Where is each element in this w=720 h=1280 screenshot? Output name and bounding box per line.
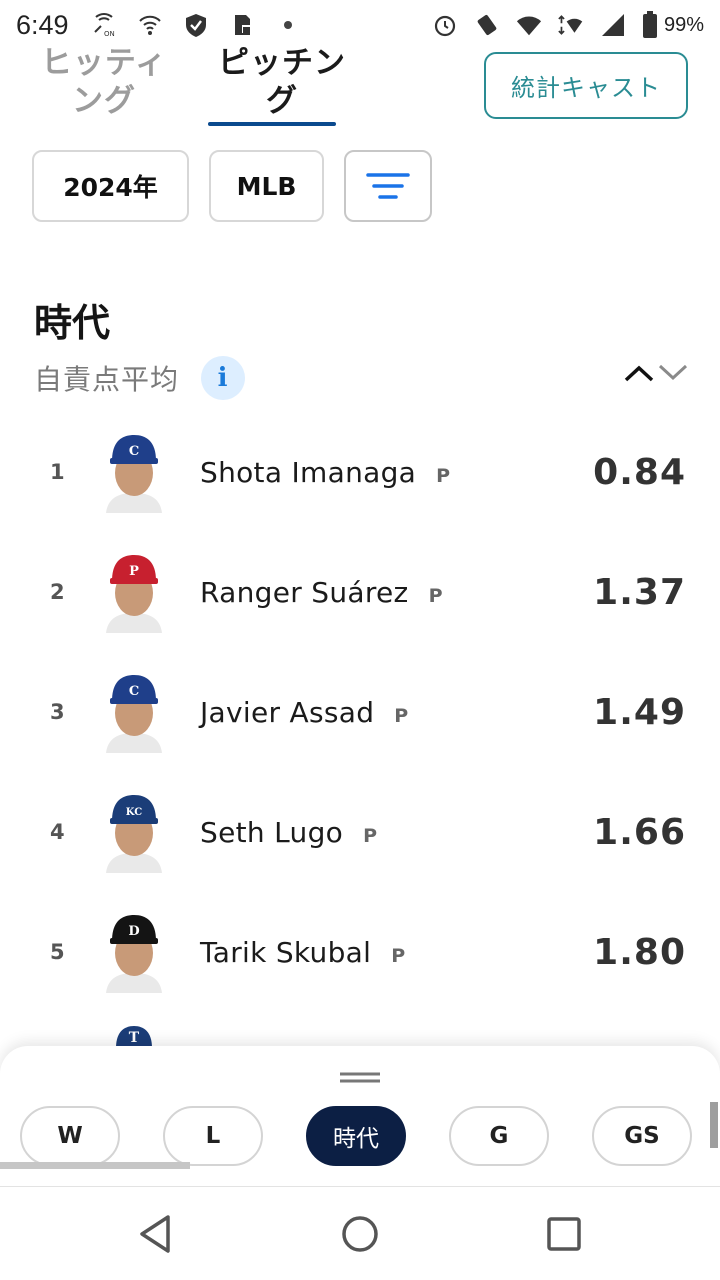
avatar-peek: T xyxy=(116,1026,152,1048)
active-tab-indicator xyxy=(208,122,336,126)
leaderboard-list: 1 C Shota Imanaga P 0.84 2 P Ranger Suárez P 1.37… xyxy=(0,412,720,1012)
player-avatar: C xyxy=(106,675,162,753)
player-rank: 5 xyxy=(50,940,65,964)
player-position: P xyxy=(436,464,451,487)
player-name-group: Shota Imanaga P xyxy=(200,456,450,489)
svg-text:T: T xyxy=(129,1030,140,1046)
player-avatar: KC xyxy=(106,795,162,873)
dot-icon xyxy=(275,12,301,38)
stat-selector-sheet: W L 時代 G GS xyxy=(0,1046,720,1186)
player-stat-value: 0.84 xyxy=(593,451,686,493)
player-name[interactable]: Tarik Skubal xyxy=(200,936,371,969)
player-avatar: C xyxy=(106,435,162,513)
shield-check-icon xyxy=(183,12,209,38)
player-name[interactable]: Javier Assad xyxy=(200,696,374,729)
svg-text:C: C xyxy=(129,684,139,699)
chip-era[interactable]: 時代 xyxy=(306,1106,406,1166)
battery-percent: 99% xyxy=(663,13,704,36)
section-title: 時代 xyxy=(34,301,111,345)
status-bar: 6:49 ON 99% xyxy=(0,0,720,50)
svg-text:ON: ON xyxy=(104,30,115,38)
player-name-group: Tarik Skubal P xyxy=(200,936,405,969)
player-stat-value: 1.80 xyxy=(593,931,686,973)
player-avatar: D xyxy=(106,915,162,993)
vibrate-icon xyxy=(474,12,500,38)
player-name-group: Ranger Suárez P xyxy=(200,576,443,609)
player-name-group: Seth Lugo P xyxy=(200,816,377,849)
player-stat-value: 1.37 xyxy=(593,571,686,613)
info-icon[interactable]: i xyxy=(201,356,246,400)
filter-bar: 2024年 MLB xyxy=(32,150,432,222)
player-name[interactable]: Shota Imanaga xyxy=(200,456,416,489)
sort-descending-icon xyxy=(658,364,688,381)
tab-pitching[interactable]: ピッチング xyxy=(212,44,352,120)
sort-order-toggle[interactable] xyxy=(622,358,692,388)
league-filter-button[interactable]: MLB xyxy=(209,150,324,222)
battery-icon xyxy=(642,11,657,38)
nfc-icon: ON xyxy=(91,12,117,38)
drag-handle-icon[interactable] xyxy=(340,1072,380,1084)
sort-ascending-icon xyxy=(624,365,654,382)
year-filter-button[interactable]: 2024年 xyxy=(32,150,189,222)
player-rank: 4 xyxy=(50,820,65,844)
chip-g[interactable]: G xyxy=(449,1106,549,1166)
player-row[interactable]: 1 C Shota Imanaga P 0.84 xyxy=(0,412,720,532)
player-name[interactable]: Ranger Suárez xyxy=(200,576,409,609)
stat-subtitle: 自責点平均 i xyxy=(34,356,246,400)
chip-w[interactable]: W xyxy=(20,1106,120,1166)
signal-4g-icon xyxy=(558,12,584,38)
player-rank: 3 xyxy=(50,700,65,724)
chip-l[interactable]: L xyxy=(163,1106,263,1166)
player-name-group: Javier Assad P xyxy=(200,696,409,729)
vertical-scrollbar[interactable] xyxy=(710,1102,718,1148)
stat-name: 自責点平均 xyxy=(34,363,180,396)
svg-text:KC: KC xyxy=(126,807,142,818)
player-position: P xyxy=(363,824,378,847)
player-stat-value: 1.66 xyxy=(593,811,686,853)
chip-gs[interactable]: GS xyxy=(592,1106,692,1166)
player-row[interactable]: 4 KC Seth Lugo P 1.66 xyxy=(0,772,720,892)
horizontal-scrollbar[interactable] xyxy=(0,1162,190,1169)
sort-filter-button[interactable] xyxy=(344,150,432,222)
player-name[interactable]: Seth Lugo xyxy=(200,816,343,849)
player-row[interactable]: 3 C Javier Assad P 1.49 xyxy=(0,652,720,772)
wifi-off-icon xyxy=(137,12,163,38)
svg-text:D: D xyxy=(128,924,139,939)
recents-icon[interactable] xyxy=(541,1211,587,1257)
wifi-icon xyxy=(516,12,542,38)
home-icon[interactable] xyxy=(337,1211,383,1257)
player-stat-value: 1.49 xyxy=(593,691,686,733)
sd-lock-icon xyxy=(229,12,255,38)
player-avatar: P xyxy=(106,555,162,633)
stat-type-tabs: ヒッティング ピッチング xyxy=(34,44,352,120)
player-row[interactable]: 2 P Ranger Suárez P 1.37 xyxy=(0,532,720,652)
system-nav-bar xyxy=(0,1186,720,1280)
player-rank: 1 xyxy=(50,460,65,484)
svg-text:C: C xyxy=(129,444,139,459)
filter-lines-icon xyxy=(366,173,410,199)
status-time: 6:49 xyxy=(16,9,69,40)
signal-x-icon xyxy=(600,12,626,38)
svg-text:P: P xyxy=(129,564,139,579)
player-position: P xyxy=(391,944,406,967)
player-position: P xyxy=(394,704,409,727)
player-position: P xyxy=(428,584,443,607)
alarm-icon xyxy=(432,12,458,38)
statcast-button[interactable]: 統計キャスト xyxy=(484,52,688,119)
tab-hitting[interactable]: ヒッティング xyxy=(34,44,174,120)
stat-chips: W L 時代 G GS xyxy=(20,1106,692,1166)
player-row[interactable]: 5 D Tarik Skubal P 1.80 xyxy=(0,892,720,1012)
player-rank: 2 xyxy=(50,580,65,604)
back-icon[interactable] xyxy=(134,1211,180,1257)
battery-status: 99% xyxy=(642,11,704,39)
